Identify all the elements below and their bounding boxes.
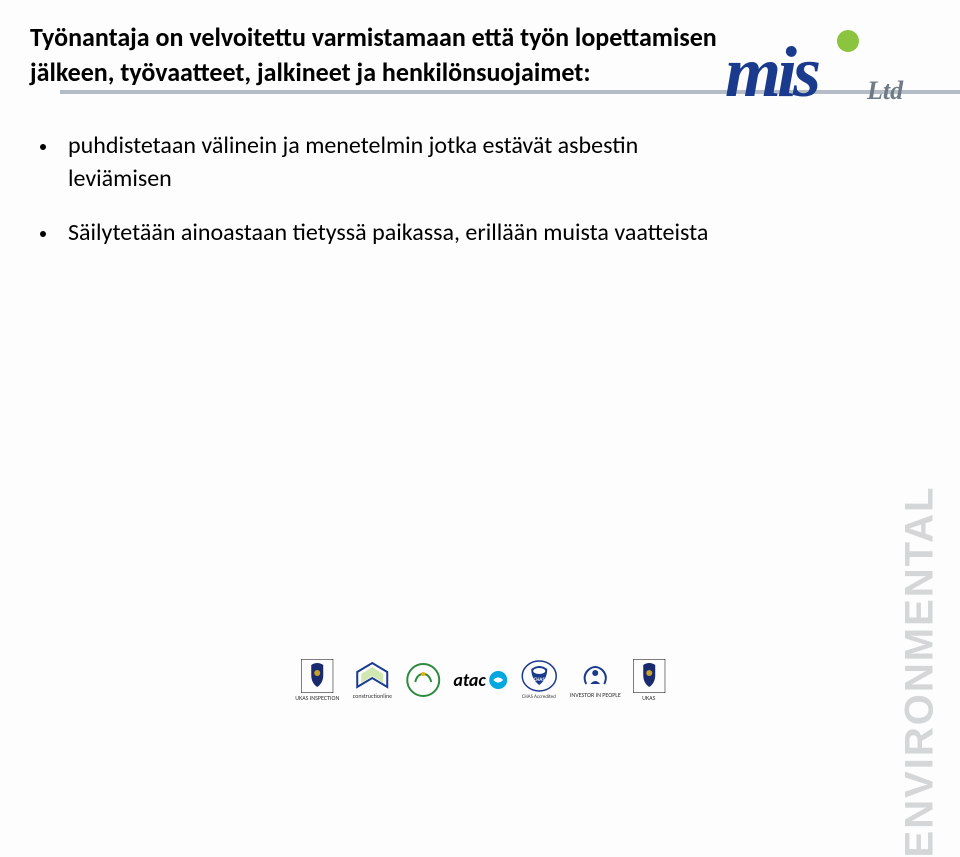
investor-in-people-logo: INVESTOR IN PEOPLE xyxy=(570,658,621,702)
footer-accreditation-strip: UKAS INSPECTION constructionline atac xyxy=(295,658,665,702)
constructionline-logo: constructionline xyxy=(351,658,393,702)
list-item: Säilytetään ainoastaan tietyssä paikassa… xyxy=(40,217,920,249)
list-item: puhdistetaan välinein ja menetelmin jotk… xyxy=(40,130,920,195)
svg-text:CHAS: CHAS xyxy=(533,677,545,683)
logo-label: UKAS xyxy=(642,695,655,702)
logo-label: INVESTOR IN PEOPLE xyxy=(570,692,621,699)
building-logo xyxy=(405,658,441,702)
ukas-inspection-logo: UKAS INSPECTION xyxy=(295,658,339,702)
bullet-text: puhdistetaan välinein ja menetelmin jotk… xyxy=(68,130,728,195)
bullet-icon xyxy=(40,231,46,237)
logo-label: CHAS Accredited xyxy=(522,695,556,701)
logo-label: constructionline xyxy=(353,693,392,700)
slide-heading: Työnantaja on velvoitettu varmistamaan e… xyxy=(30,20,750,90)
logo-label: atac xyxy=(453,669,485,691)
bullet-list: puhdistetaan välinein ja menetelmin jotk… xyxy=(30,130,920,249)
chas-logo: CHAS CHAS Accredited xyxy=(520,658,558,702)
atac-logo: atac xyxy=(453,658,507,702)
bullet-icon xyxy=(40,144,46,150)
sidebar-watermark-text: ENVIRONMENTAL xyxy=(898,486,943,857)
ukas-testing-logo: UKAS xyxy=(633,658,665,702)
bullet-text: Säilytetään ainoastaan tietyssä paikassa… xyxy=(68,217,708,249)
logo-label: UKAS INSPECTION xyxy=(295,695,339,702)
